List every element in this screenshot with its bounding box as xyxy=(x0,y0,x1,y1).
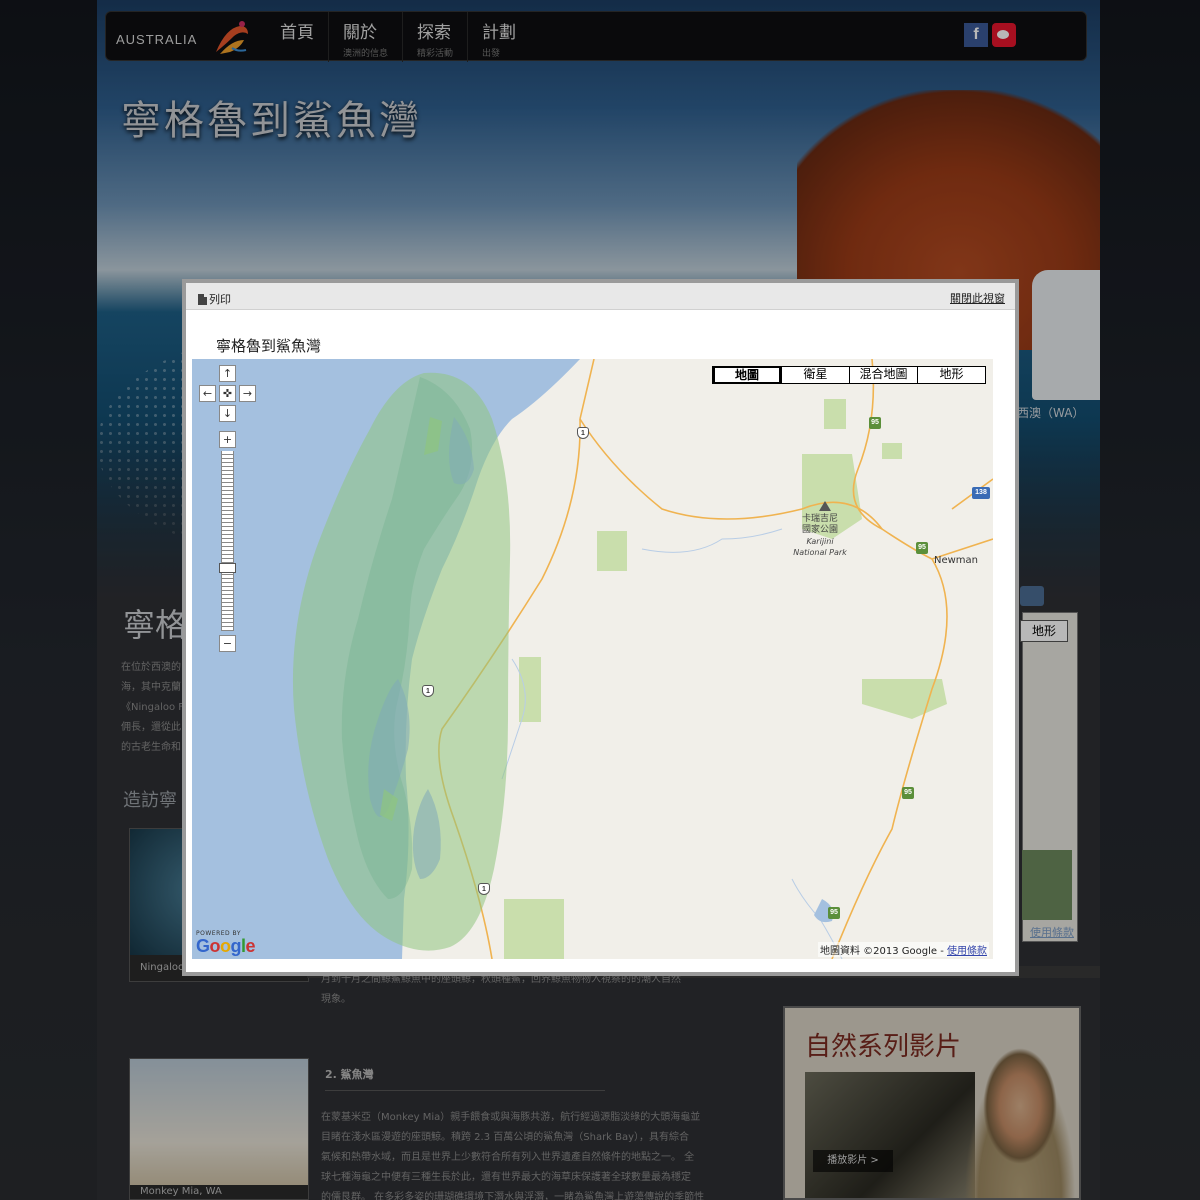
pan-right-icon[interactable]: → xyxy=(239,385,256,402)
road-shield: 95 xyxy=(828,907,840,919)
map-type-satellite-button[interactable]: 衛星 xyxy=(781,367,849,383)
park-label-line: 卡瑞吉尼 xyxy=(801,514,838,524)
logo-letter: o xyxy=(209,936,221,956)
road-shield: 95 xyxy=(916,542,928,554)
map-type-hybrid-button[interactable]: 混合地圖 xyxy=(849,367,917,383)
logo-letter: e xyxy=(245,936,256,956)
road-shield: 1 xyxy=(422,685,434,697)
map-attribution: 地圖資料 ©2013 Google - 使用條款 xyxy=(817,942,989,957)
modal-body: 列印 關閉此視窗 寧格魯到鯊魚灣 1 95 138 95 1 95 1 95 卡… xyxy=(186,283,1015,972)
map-canvas xyxy=(192,359,993,959)
road-shield: 95 xyxy=(869,417,881,429)
modal-toolbar: 列印 關閉此視窗 xyxy=(186,283,1015,310)
zoom-out-button[interactable]: − xyxy=(219,635,236,652)
zoom-slider-handle[interactable] xyxy=(219,563,236,573)
map-type-map-button[interactable]: 地圖 xyxy=(713,366,781,384)
document-icon xyxy=(198,293,207,305)
pan-center-icon[interactable]: ✜ xyxy=(219,385,236,402)
map-type-terrain-button[interactable]: 地形 xyxy=(917,367,985,383)
print-button[interactable]: 列印 xyxy=(198,291,231,307)
park-label-line: Karijini xyxy=(806,537,834,546)
road-shield: 1 xyxy=(577,427,589,439)
terms-of-use-link[interactable]: 使用條款 xyxy=(947,946,987,957)
parks xyxy=(504,399,947,959)
map-type-control: 地圖 衛星 混合地圖 地形 xyxy=(712,366,986,384)
city-label: Newman xyxy=(934,555,979,566)
road-shield: 1 xyxy=(478,883,490,895)
google-logo: Google xyxy=(196,937,266,955)
zoom-slider[interactable] xyxy=(221,451,234,631)
logo-letter: G xyxy=(196,936,210,956)
logo-letter: g xyxy=(230,936,242,956)
park-label: 卡瑞吉尼 國家公園 Karijini National Park xyxy=(790,514,850,558)
powered-by-google[interactable]: POWERED BY Google xyxy=(196,930,266,955)
modal-title: 寧格魯到鯊魚灣 xyxy=(216,337,322,355)
zoom-in-button[interactable]: + xyxy=(219,431,236,448)
rivers xyxy=(501,528,843,959)
pan-down-icon[interactable]: ↓ xyxy=(219,405,236,422)
pan-up-icon[interactable]: ↑ xyxy=(219,365,236,382)
attribution-text: 地圖資料 ©2013 Google - xyxy=(819,946,947,957)
road-shield: 95 xyxy=(902,787,914,799)
close-window-link[interactable]: 關閉此視窗 xyxy=(950,290,1005,306)
park-label-line: 國家公園 xyxy=(801,525,838,535)
map-modal: 列印 關閉此視窗 寧格魯到鯊魚灣 1 95 138 95 1 95 1 95 卡… xyxy=(182,279,1019,976)
road-shield: 138 xyxy=(972,487,990,499)
print-label: 列印 xyxy=(209,293,231,306)
google-map[interactable]: 1 95 138 95 1 95 1 95 卡瑞吉尼 國家公園 Karijini… xyxy=(192,359,993,959)
logo-letter: o xyxy=(220,936,231,956)
pan-control: ↑ ← ✜ → ↓ xyxy=(198,365,258,425)
park-label-line: National Park xyxy=(793,548,847,557)
pan-left-icon[interactable]: ← xyxy=(199,385,216,402)
